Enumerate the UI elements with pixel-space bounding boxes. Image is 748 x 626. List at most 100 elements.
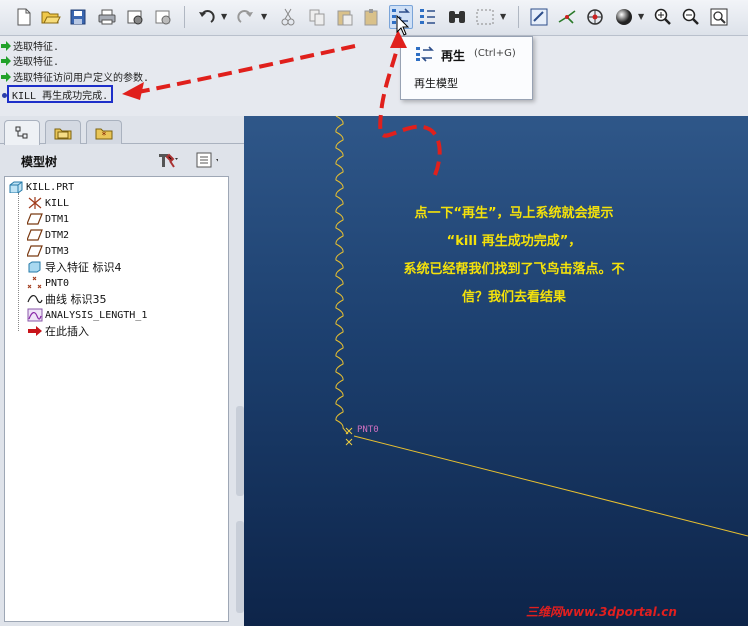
annotation-line: 系统已经帮我们找到了飞鸟击落点。不 bbox=[403, 262, 625, 277]
trajectory-curve bbox=[335, 116, 349, 435]
insert-here-arrow-icon bbox=[28, 326, 42, 336]
model-tree-title: 模型树 bbox=[21, 155, 58, 169]
tree-item-label: DTM1 bbox=[45, 213, 70, 225]
tree-item-pnt0[interactable]: PNT0 bbox=[27, 275, 69, 291]
green-arrow-icon bbox=[1, 55, 11, 66]
tree-item-label: PNT0 bbox=[45, 277, 70, 289]
message-line: 选取特征访问用户定义的参数. bbox=[0, 69, 149, 84]
folder-icon bbox=[54, 128, 72, 139]
zoom-in-icon[interactable] bbox=[651, 5, 675, 29]
regenerate-tooltip: 再生 (Ctrl+G) 再生模型 bbox=[400, 36, 533, 100]
tree-item-curve[interactable]: 曲线 标识35 bbox=[27, 291, 107, 307]
tree-item-insert-here[interactable]: 在此插入 bbox=[27, 323, 89, 339]
regen-success-message: KILL 再生成功完成. bbox=[7, 85, 114, 103]
curve-icon bbox=[27, 295, 43, 304]
tree-settings-button[interactable] bbox=[157, 150, 179, 170]
panel-splitter[interactable] bbox=[236, 406, 244, 496]
tree-item-kill-csys[interactable]: KILL bbox=[27, 195, 69, 211]
regenerate-manager-icon[interactable] bbox=[417, 5, 441, 29]
tree-item-label: DTM2 bbox=[45, 229, 70, 241]
email-link-icon[interactable] bbox=[151, 5, 175, 29]
tree-item-import-feature[interactable]: 导入特征 标识4 bbox=[27, 259, 122, 275]
zoom-out-icon[interactable] bbox=[679, 5, 703, 29]
open-icon[interactable] bbox=[39, 5, 63, 29]
message-line: 选取特征. bbox=[0, 38, 59, 53]
navigator-panel: * 模型树 KILL.PRT KILL DTM1 DTM2 DTM3 导入特征 … bbox=[0, 116, 244, 626]
datum-plane-icon bbox=[27, 229, 43, 241]
annotation-line: 信？我们去看结果 bbox=[461, 290, 566, 305]
view-manager-icon[interactable] bbox=[583, 5, 607, 29]
tree-item-label: 导入特征 标识4 bbox=[45, 261, 122, 274]
refit-icon[interactable] bbox=[707, 5, 731, 29]
tree-item-dtm2[interactable]: DTM2 bbox=[27, 227, 69, 243]
paste-icon[interactable] bbox=[333, 5, 357, 29]
message-line: 选取特征. bbox=[0, 53, 59, 68]
regenerate-icon bbox=[416, 46, 434, 62]
tab-folder-browser[interactable] bbox=[45, 120, 81, 144]
panel-splitter[interactable] bbox=[236, 521, 244, 613]
tooltip-shortcut: (Ctrl+G) bbox=[474, 48, 516, 59]
main-toolbar: ▼ ▼ ▼ ▼ bbox=[0, 0, 748, 36]
annotation-text: 点一下“再生”，马上系统就会提示 “kill 再生成功完成”， 系统已经帮我们找… bbox=[364, 200, 664, 312]
model-geometry bbox=[335, 116, 748, 537]
select-dropdown-icon[interactable]: ▼ bbox=[500, 13, 508, 21]
datum-point-pnt0 bbox=[345, 427, 353, 446]
tree-item-label: KILL.PRT bbox=[26, 181, 75, 193]
shading-icon[interactable] bbox=[612, 5, 636, 29]
undo-icon[interactable] bbox=[194, 5, 218, 29]
tree-item-label: KILL bbox=[45, 197, 70, 209]
message-area: 选取特征. 选取特征. 选取特征访问用户定义的参数. KILL 再生成功完成. bbox=[0, 36, 748, 116]
paste-special-icon[interactable] bbox=[360, 5, 384, 29]
model-tree: KILL.PRT KILL DTM1 DTM2 DTM3 导入特征 标识4 PN… bbox=[4, 176, 229, 622]
svg-text:*: * bbox=[102, 131, 107, 140]
tree-item-label: 曲线 标识35 bbox=[45, 293, 107, 306]
tree-item-dtm1[interactable]: DTM1 bbox=[27, 211, 69, 227]
datum-plane-icon bbox=[27, 213, 43, 225]
new-icon[interactable] bbox=[12, 5, 36, 29]
copy-icon[interactable] bbox=[305, 5, 329, 29]
redo-dropdown-icon[interactable]: ▼ bbox=[261, 13, 269, 21]
favorites-icon: * bbox=[95, 128, 113, 140]
tooltip-title: 再生 bbox=[441, 49, 466, 63]
regenerate-icon[interactable] bbox=[389, 5, 413, 29]
coordinate-system-icon bbox=[28, 197, 42, 209]
tree-show-button[interactable] bbox=[196, 150, 218, 170]
tree-item-analysis[interactable]: ANALYSIS_LENGTH_1 bbox=[27, 307, 147, 323]
tree-item-label: ANALYSIS_LENGTH_1 bbox=[45, 309, 148, 321]
print-icon[interactable] bbox=[95, 5, 119, 29]
tab-model-tree[interactable] bbox=[4, 120, 40, 145]
annotation-line: “kill 再生成功完成”， bbox=[446, 234, 582, 249]
analysis-icon bbox=[27, 308, 43, 322]
point-label: PNT0 bbox=[357, 425, 379, 435]
import-feature-icon bbox=[28, 261, 41, 273]
select-box-icon[interactable] bbox=[473, 5, 497, 29]
navigator-tabs: * bbox=[0, 116, 244, 145]
graphics-window[interactable]: PNT0 点一下“再生”，马上系统就会提示 “kill 再生成功完成”， 系统已… bbox=[244, 116, 748, 626]
spin-center-icon[interactable] bbox=[555, 5, 579, 29]
analysis-line bbox=[353, 435, 748, 537]
cut-icon[interactable] bbox=[276, 5, 300, 29]
datum-point-icon bbox=[27, 276, 42, 289]
watermark: 三维网www.3dportal.cn bbox=[526, 605, 677, 619]
annotation-line: 点一下“再生”，马上系统就会提示 bbox=[414, 206, 614, 221]
tree-item-label: 在此插入 bbox=[45, 325, 89, 338]
part-icon bbox=[9, 181, 23, 193]
repaint-icon[interactable] bbox=[527, 5, 551, 29]
find-icon[interactable] bbox=[445, 5, 469, 29]
tooltip-description: 再生模型 bbox=[414, 77, 458, 90]
redo-icon[interactable] bbox=[234, 5, 258, 29]
tab-favorites[interactable]: * bbox=[86, 120, 122, 144]
tree-item-dtm3[interactable]: DTM3 bbox=[27, 243, 69, 259]
tree-item-label: DTM3 bbox=[45, 245, 70, 257]
model-tree-header: 模型树 bbox=[0, 144, 244, 176]
tools-icon bbox=[159, 153, 178, 168]
undo-dropdown-icon[interactable]: ▼ bbox=[221, 13, 229, 21]
list-dropdown-icon bbox=[196, 152, 218, 168]
green-arrow-icon bbox=[1, 40, 11, 51]
save-icon[interactable] bbox=[66, 5, 90, 29]
shading-dropdown-icon[interactable]: ▼ bbox=[638, 13, 646, 21]
tree-root-item[interactable]: KILL.PRT bbox=[8, 179, 74, 195]
datum-plane-icon bbox=[27, 245, 43, 257]
send-email-icon[interactable] bbox=[123, 5, 147, 29]
model-tree-icon bbox=[15, 126, 28, 139]
